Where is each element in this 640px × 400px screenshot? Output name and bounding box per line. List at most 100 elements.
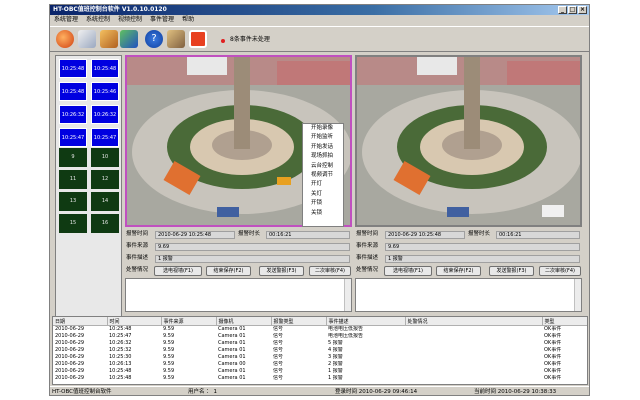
p1-second-review-button[interactable]: 二次审核(F4): [309, 266, 351, 276]
log-header-row: 日期 时间 事件来源 摄像机 报警类型 事件描述 处警情况 类型: [53, 317, 587, 326]
log-cell: 2010-06-29: [55, 340, 85, 346]
menu-system-control[interactable]: 系统控制: [86, 15, 110, 25]
p2-end-save-button[interactable]: 结束保存(F2): [436, 266, 481, 276]
p1-handle-label: 处警情况: [126, 267, 149, 273]
channel-cell-2[interactable]: 10:25:48: [91, 59, 119, 78]
log-cell: Camera 01: [218, 333, 246, 339]
channel-cell-1[interactable]: 10:25:48: [59, 59, 87, 78]
window-title: HT-OBC值班控制台软件 V1.0.10.0120: [53, 6, 167, 13]
channel-cell-9[interactable]: 9: [59, 148, 87, 167]
log-cell: 2 报警: [328, 361, 343, 367]
alarm-icon[interactable]: [56, 30, 74, 48]
log-cell: 10:25:48: [109, 326, 132, 332]
col-desc[interactable]: 事件描述: [326, 317, 406, 326]
menu-event-manage[interactable]: 事件管理: [150, 15, 174, 25]
log-cell: 2010-06-29: [55, 333, 85, 339]
col-time[interactable]: 时间: [107, 317, 162, 326]
minimize-button[interactable]: _: [558, 6, 567, 14]
main-window: HT-OBC值班控制台软件 V1.0.10.0120 _ □ × 系统管理 系统…: [49, 4, 590, 396]
status-bar: HT-OBC值班控制台软件 用户名 ： 1 登录时间 2010-06-29 09…: [50, 386, 589, 395]
ctx-video-adjust[interactable]: 视频调节: [303, 171, 343, 180]
alarm-count-text: 8条事件未处理: [230, 36, 270, 43]
p2-desc-label: 事件描述: [356, 255, 379, 261]
p1-duration-field: 00:16:21: [266, 231, 350, 239]
ctx-start-record[interactable]: 开始录像: [303, 124, 343, 133]
log-cell: Camera 00: [218, 361, 246, 367]
log-cell: OK事件: [544, 368, 562, 374]
box-icon[interactable]: [100, 30, 118, 48]
help-icon[interactable]: ?: [145, 30, 163, 48]
log-row[interactable]: 2010-06-29 10:25:48 9.59 Camera 01 信号 电池电压低报告…: [53, 326, 587, 334]
ctx-light-on[interactable]: 开灯: [303, 180, 343, 189]
channel-cell-12[interactable]: 12: [91, 170, 119, 189]
log-body: 2010-06-29 10:25:48 9.59 Camera 01 信号 电池电压低报告…: [53, 326, 587, 383]
channel-cell-15[interactable]: 15: [59, 214, 87, 233]
channel-cell-4[interactable]: 10:25:46: [91, 82, 119, 101]
p2-send-alert-button[interactable]: 发送警报(F3): [489, 266, 534, 276]
log-cell: 10:25:48: [109, 368, 132, 374]
p1-end-save-button[interactable]: 结束保存(F2): [206, 266, 251, 276]
col-date[interactable]: 日期: [53, 317, 108, 326]
channel-cell-13[interactable]: 13: [59, 192, 87, 211]
channel-cell-16[interactable]: 16: [91, 214, 119, 233]
col-alarm-type[interactable]: 报警类型: [271, 317, 327, 326]
ctx-start-listen[interactable]: 开始监听: [303, 133, 343, 142]
ctx-light-off[interactable]: 关灯: [303, 190, 343, 199]
channel-cell-11[interactable]: 11: [59, 170, 87, 189]
log-row[interactable]: 2010-06-29 10:26:13 9.59 Camera 00 信号 2 报警 OK事…: [53, 361, 587, 368]
p1-source-label: 事件来源: [126, 243, 149, 249]
col-camera[interactable]: 摄像机: [216, 317, 272, 326]
log-cell: 信号: [273, 340, 284, 346]
col-handle[interactable]: 处警情况: [405, 317, 543, 326]
tools-icon[interactable]: [167, 30, 185, 48]
menu-system-manage[interactable]: 系统管理: [54, 15, 78, 25]
col-source[interactable]: 事件来源: [161, 317, 217, 326]
ctx-snapshot[interactable]: 现场抓拍: [303, 152, 343, 161]
channel-cell-8[interactable]: 10:25:47: [91, 128, 119, 147]
log-cell: 9.59: [163, 347, 175, 353]
channel-cell-5[interactable]: 10:26:32: [59, 105, 87, 124]
channel-cell-14[interactable]: 14: [91, 192, 119, 211]
alarm-indicator-icon: [221, 39, 225, 43]
p2-handle-notes[interactable]: [355, 278, 582, 312]
maximize-button[interactable]: □: [568, 6, 577, 14]
menu-video-control[interactable]: 视频控制: [118, 15, 142, 25]
log-cell: 信号: [273, 354, 284, 360]
video-context-menu: 开始录像 开始监听 开始发话 现场抓拍 云台控制 视频调节 开灯 关灯 开锁 关…: [302, 123, 344, 227]
ctx-start-talk[interactable]: 开始发话: [303, 143, 343, 152]
close-button[interactable]: ×: [578, 6, 587, 14]
log-row[interactable]: 2010-06-29 10:26:32 9.59 Camera 01 信号 5 报警 OK事…: [53, 340, 587, 347]
col-type[interactable]: 类型: [542, 317, 587, 326]
menu-help[interactable]: 帮助: [182, 15, 194, 25]
log-row[interactable]: 2010-06-29 10:25:30 9.59 Camera 01 信号 3 报警 OK事…: [53, 354, 587, 361]
video-view-2[interactable]: [355, 55, 582, 227]
channel-cell-7[interactable]: 10:25:47: [59, 128, 87, 147]
channel-cell-6[interactable]: 10:26:32: [91, 105, 119, 124]
channel-cell-3[interactable]: 10:25:48: [59, 82, 87, 101]
log-row[interactable]: 2010-06-29 10:25:48 9.59 Camera 01 信号 1 报警 OK事…: [53, 368, 587, 375]
ctx-unlock[interactable]: 开锁: [303, 199, 343, 208]
p1-send-alert-button[interactable]: 发送警报(F3): [259, 266, 304, 276]
log-cell: 电池电压低报告: [328, 333, 364, 339]
ctx-lock[interactable]: 关锁: [303, 209, 343, 218]
p1-tv-wall-button[interactable]: 选电视墙(F1): [154, 266, 202, 276]
channel-cell-10[interactable]: 10: [91, 148, 119, 167]
users-icon[interactable]: [120, 30, 138, 48]
status-app-name: HT-OBC值班控制台软件: [52, 389, 112, 395]
exit-icon[interactable]: [189, 30, 207, 48]
log-row[interactable]: 2010-06-29 10:25:48 9.59 Camera 01 信号 1 报警 OK事…: [53, 375, 587, 382]
log-row[interactable]: 2010-06-29 10:25:32 9.59 Camera 01 信号 4 报警 OK事…: [53, 347, 587, 354]
edit-icon[interactable]: [78, 30, 96, 48]
log-row[interactable]: 2010-06-29 10:25:47 9.59 Camera 01 信号 电池电压低报告…: [53, 333, 587, 340]
p1-handle-notes[interactable]: [125, 278, 352, 312]
p1-duration-label: 报警时长: [238, 231, 261, 237]
ctx-ptz-control[interactable]: 云台控制: [303, 162, 343, 171]
log-cell: Camera 01: [218, 340, 246, 346]
title-bar: HT-OBC值班控制台软件 V1.0.10.0120 _ □ ×: [50, 5, 589, 15]
p1-notes-scrollbar[interactable]: [344, 279, 351, 311]
p2-tv-wall-button[interactable]: 选电视墙(F1): [384, 266, 432, 276]
p2-second-review-button[interactable]: 二次审核(F4): [539, 266, 581, 276]
log-cell: OK事件: [544, 333, 562, 339]
p2-notes-scrollbar[interactable]: [574, 279, 581, 311]
log-cell: 9.59: [163, 326, 175, 332]
